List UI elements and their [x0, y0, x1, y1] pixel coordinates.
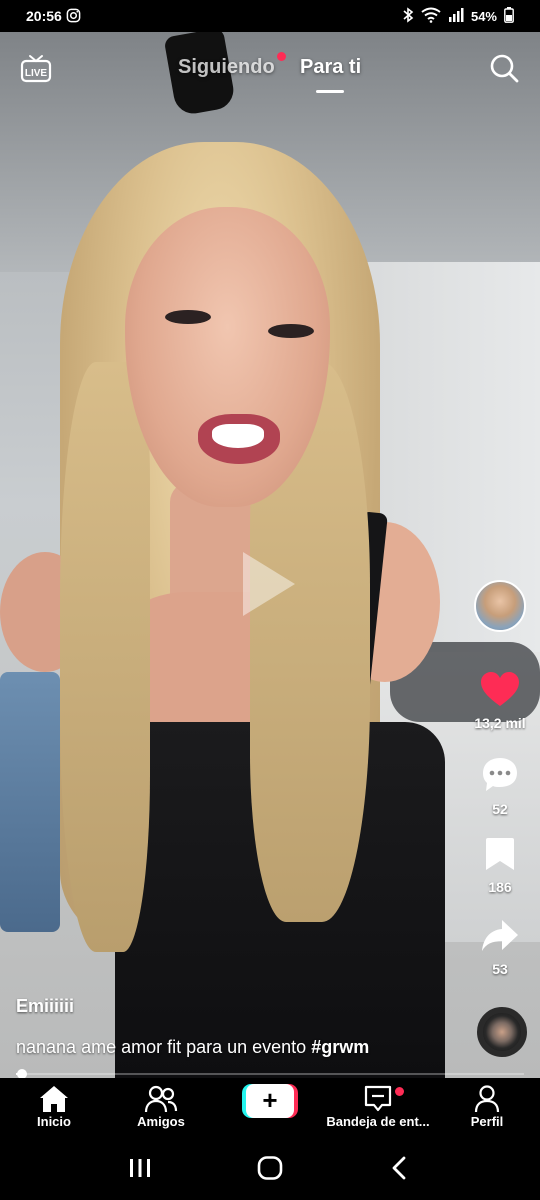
bottom-nav: Inicio Amigos + Bandeja de ent... Perfil — [0, 1078, 540, 1138]
nav-home-label: Inicio — [37, 1114, 71, 1129]
instagram-icon — [66, 8, 81, 28]
system-nav-bar — [0, 1138, 540, 1200]
video-caption: nanana ame amor fit para un evento #grwm — [16, 1037, 369, 1058]
play-icon[interactable] — [243, 552, 295, 616]
signal-icon — [448, 8, 464, 25]
save-count: 186 — [488, 879, 512, 895]
active-tab-indicator — [316, 90, 344, 93]
video-progress-bar[interactable] — [16, 1073, 524, 1075]
person-eye-right — [268, 324, 314, 338]
create-plus-icon: + — [246, 1084, 294, 1118]
like-count: 13,2 mil — [474, 715, 526, 731]
music-disc-icon[interactable] — [477, 1007, 527, 1057]
battery-icon — [504, 7, 514, 26]
person-hair-front-left — [60, 362, 150, 952]
profile-icon — [462, 1084, 512, 1114]
tab-following[interactable]: Siguiendo — [178, 56, 275, 79]
recent-apps-icon[interactable] — [128, 1156, 152, 1185]
person-teeth — [212, 424, 264, 448]
nav-profile[interactable]: Perfil — [462, 1084, 512, 1129]
nav-profile-label: Perfil — [470, 1114, 504, 1129]
live-icon[interactable]: LIVE — [20, 52, 52, 84]
person-eye-left — [165, 310, 211, 324]
back-icon[interactable] — [390, 1156, 410, 1185]
bookmark-icon — [483, 838, 517, 876]
home-icon — [22, 1084, 86, 1114]
creator-avatar[interactable] — [474, 580, 526, 632]
create-button[interactable]: + — [242, 1084, 298, 1118]
live-icon-text: LIVE — [25, 68, 48, 79]
save-button[interactable]: 186 — [470, 836, 530, 895]
nav-home[interactable]: Inicio — [22, 1084, 86, 1129]
comment-count: 52 — [492, 801, 508, 817]
like-button[interactable]: 13,2 mil — [470, 672, 530, 731]
comment-icon — [480, 758, 520, 798]
search-icon[interactable] — [488, 52, 520, 84]
inbox-icon — [318, 1084, 438, 1114]
video-player[interactable] — [0, 32, 540, 1078]
creator-username[interactable]: Emiiiiii — [16, 996, 74, 1017]
share-button[interactable]: 53 — [470, 918, 530, 977]
following-notification-dot — [277, 52, 286, 61]
bluetooth-icon — [402, 7, 414, 26]
nav-friends-label: Amigos — [137, 1114, 185, 1129]
top-nav: LIVE Siguiendo Para ti — [0, 48, 540, 98]
caption-text: nanana ame amor fit para un evento — [16, 1037, 312, 1057]
heart-icon — [480, 672, 520, 712]
nav-friends[interactable]: Amigos — [128, 1084, 194, 1129]
comment-button[interactable]: 52 — [470, 756, 530, 817]
share-count: 53 — [492, 961, 508, 977]
battery-level: 54% — [470, 9, 497, 24]
friends-icon — [128, 1084, 194, 1114]
status-time: 20:56 — [26, 8, 62, 24]
share-arrow-icon — [480, 920, 520, 958]
home-system-icon[interactable] — [256, 1156, 284, 1185]
background-jeans — [0, 672, 60, 932]
tab-for-you[interactable]: Para ti — [300, 56, 361, 79]
inbox-notification-dot — [395, 1087, 404, 1096]
nav-inbox-label: Bandeja de ent... — [326, 1114, 430, 1129]
status-bar: 20:56 54% — [0, 0, 540, 32]
nav-inbox[interactable]: Bandeja de ent... — [318, 1084, 438, 1129]
caption-hashtag[interactable]: #grwm — [311, 1037, 369, 1057]
wifi-icon — [421, 7, 441, 26]
status-indicators: 54% — [402, 7, 514, 26]
